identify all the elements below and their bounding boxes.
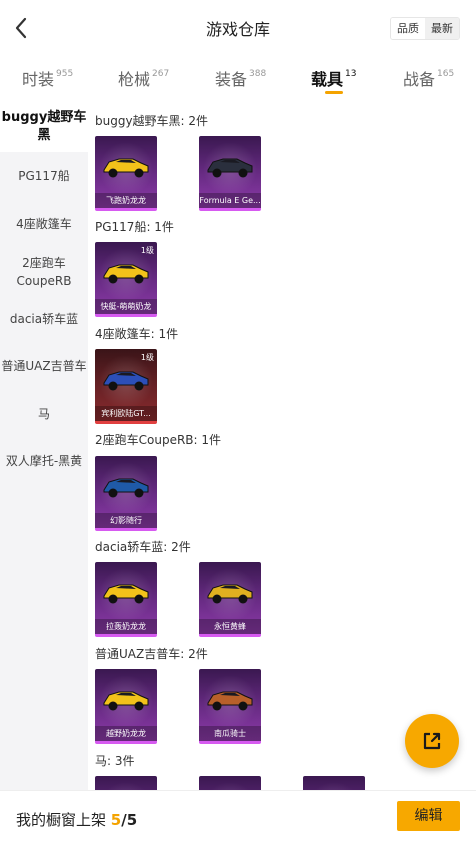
vehicle-card[interactable] xyxy=(303,776,365,790)
card-level-badge: 1级 xyxy=(140,246,154,255)
card-glow xyxy=(199,776,261,790)
group-title: 4座敞篷车: 1件 xyxy=(95,327,179,341)
warehouse-screen: 游戏仓库 品质 最新 时装 955 枪械 267 装备 388 载具 13 战备 165 … xyxy=(0,0,476,843)
tab-count: 267 xyxy=(152,69,170,79)
tab-count: 165 xyxy=(437,69,455,79)
bottom-bar: 我的橱窗上架 5/5 编辑 xyxy=(0,790,476,843)
card-name: Formula E Ge... xyxy=(199,193,261,208)
active-tab-indicator xyxy=(325,91,343,94)
tab-label: 枪械 xyxy=(118,70,151,89)
vehicle-card[interactable]: 南瓜骑士 xyxy=(199,669,261,744)
card-name: 越野奶龙龙 xyxy=(95,726,157,741)
sidebar-item-horse[interactable]: 马 xyxy=(0,405,88,423)
jeep-icon xyxy=(103,691,149,711)
vehicle-card[interactable]: 越野奶龙龙 xyxy=(95,669,157,744)
card-name: 幻影随行 xyxy=(95,513,157,528)
showcase-count: 5 xyxy=(110,811,122,829)
sidebar-item-coupe[interactable]: 2座跑车CoupeRB xyxy=(0,254,88,290)
sedan-icon xyxy=(207,584,253,604)
tab-label: 装备 xyxy=(215,70,248,89)
vehicle-card[interactable]: Formula E Ge... xyxy=(199,136,261,211)
tab-weapons[interactable]: 枪械 267 xyxy=(118,66,169,90)
vehicle-card[interactable] xyxy=(95,776,157,790)
sedan-icon xyxy=(103,584,149,604)
vehicle-type-sidebar: buggy越野车黑 PG117船 4座敞篷车 2座跑车CoupeRB dacia… xyxy=(0,104,88,790)
tab-equipment[interactable]: 装备 388 xyxy=(215,66,266,90)
edit-button[interactable]: 编辑 xyxy=(397,801,460,831)
card-name: 拉轰奶龙龙 xyxy=(95,619,157,634)
card-name: 永恒黄蜂 xyxy=(199,619,261,634)
sidebar-item-buggy[interactable]: buggy越野车黑 xyxy=(0,104,88,152)
top-bar: 游戏仓库 品质 最新 xyxy=(0,0,476,56)
sidebar-item-dacia[interactable]: dacia轿车蓝 xyxy=(0,310,88,328)
category-tabs: 时装 955 枪械 267 装备 388 载具 13 战备 165 xyxy=(0,56,476,104)
vehicle-card[interactable]: 1级快艇-萌萌奶龙 xyxy=(95,242,157,317)
formula-car-icon xyxy=(207,158,253,178)
sidebar-item-pg117[interactable]: PG117船 xyxy=(0,167,88,185)
showcase-label: 我的橱窗上架 xyxy=(16,811,111,829)
tab-vehicles[interactable]: 载具 13 xyxy=(311,66,356,90)
sports-car-icon xyxy=(103,478,149,498)
sidebar-item-convertible[interactable]: 4座敞篷车 xyxy=(0,215,88,233)
vehicle-card[interactable] xyxy=(199,776,261,790)
group-title: 2座跑车CoupeRB: 1件 xyxy=(95,433,222,447)
showcase-total: /5 xyxy=(121,811,138,829)
card-glow xyxy=(303,776,365,790)
tab-count: 955 xyxy=(56,69,74,79)
vehicle-grid: buggy越野车黑: 2件 飞跑奶龙龙 Formula E Ge... PG117船:… xyxy=(88,104,476,790)
card-glow xyxy=(95,776,157,790)
jeep-icon xyxy=(207,691,253,711)
card-name: 飞跑奶龙龙 xyxy=(95,193,157,208)
tab-label: 时装 xyxy=(22,70,55,89)
vehicle-card[interactable]: 飞跑奶龙龙 xyxy=(95,136,157,211)
sidebar-item-motorbike[interactable]: 双人摩托-黑黄 xyxy=(0,452,88,470)
sort-quality-button[interactable]: 品质 xyxy=(391,18,425,39)
tab-count: 13 xyxy=(345,69,357,79)
sort-toggle: 品质 最新 xyxy=(390,17,460,40)
card-name: 快艇-萌萌奶龙 xyxy=(95,299,157,314)
sort-newest-button[interactable]: 最新 xyxy=(425,18,459,39)
group-title: 普通UAZ吉普车: 2件 xyxy=(95,647,208,661)
share-button[interactable] xyxy=(405,714,459,768)
group-title: dacia轿车蓝: 2件 xyxy=(95,540,191,554)
group-title: buggy越野车黑: 2件 xyxy=(95,114,209,128)
showcase-status: 我的橱窗上架 5/5 xyxy=(16,809,137,830)
tab-label: 战备 xyxy=(403,70,436,89)
tab-label: 载具 xyxy=(311,70,344,89)
tab-supplies[interactable]: 战备 165 xyxy=(403,66,454,90)
buggy-icon xyxy=(103,158,149,178)
group-title: PG117船: 1件 xyxy=(95,220,174,234)
vehicle-card[interactable]: 幻影随行 xyxy=(95,456,157,531)
share-icon xyxy=(423,732,441,750)
card-name: 南瓜骑士 xyxy=(199,726,261,741)
group-title: 马: 3件 xyxy=(95,754,135,768)
boat-icon xyxy=(103,264,149,284)
card-name: 宾利欧陆GT... xyxy=(95,406,157,421)
sidebar-item-uaz[interactable]: 普通UAZ吉普车 xyxy=(0,357,88,375)
vehicle-card[interactable]: 永恒黄蜂 xyxy=(199,562,261,637)
tab-fashion[interactable]: 时装 955 xyxy=(22,66,73,90)
vehicle-card[interactable]: 拉轰奶龙龙 xyxy=(95,562,157,637)
card-level-badge: 1级 xyxy=(140,353,154,362)
convertible-icon xyxy=(103,371,149,391)
tab-count: 388 xyxy=(249,69,267,79)
vehicle-card[interactable]: 1级宾利欧陆GT... xyxy=(95,349,157,424)
